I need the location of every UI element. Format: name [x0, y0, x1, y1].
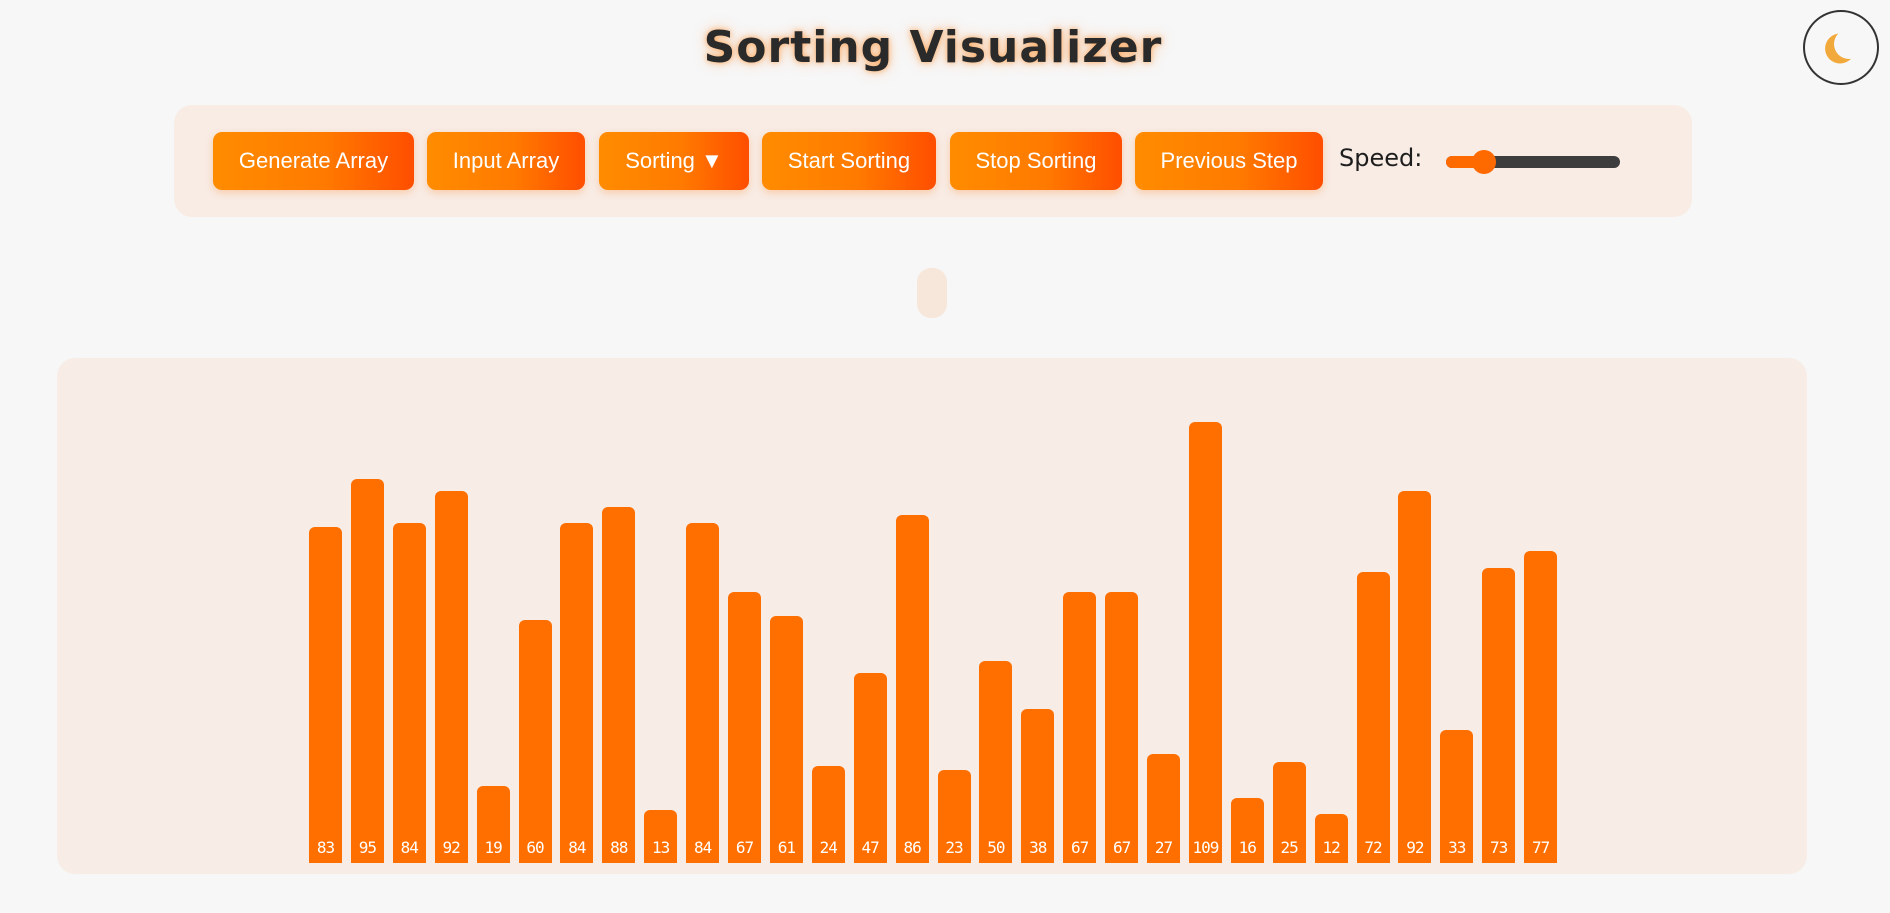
bar-chart: 83 95 84 92 19 60 84 88 13 84 67 61 24 47 86 23 50 38 67 67… — [57, 358, 1807, 874]
bar-20: 27 — [1147, 753, 1180, 863]
moon-icon — [1832, 26, 1867, 61]
bar-value-label: 67 — [735, 838, 754, 857]
bar-15: 23 — [937, 769, 971, 863]
bar-value-label: 72 — [1364, 838, 1382, 857]
bar-12: 24 — [811, 765, 845, 863]
bar-21: 109 — [1188, 422, 1222, 863]
bar-value-label: 33 — [1448, 838, 1466, 857]
bar-6: 84 — [560, 523, 594, 863]
bar-7: 88 — [602, 506, 636, 863]
bar-value-label: 92 — [442, 838, 461, 857]
bar-24: 12 — [1314, 814, 1348, 863]
previous-step-button[interactable]: Previous Step — [1135, 132, 1323, 190]
bar-25: 72 — [1356, 571, 1390, 863]
bar-value-label: 23 — [945, 838, 963, 857]
bar-9: 84 — [686, 523, 720, 863]
bar-22: 16 — [1230, 798, 1264, 863]
bar-value-label: 67 — [1112, 838, 1131, 857]
bar-value-label: 50 — [987, 838, 1005, 857]
status-indicator — [917, 268, 947, 318]
bar-value-label: 60 — [526, 838, 544, 857]
bar-1: 95 — [350, 478, 384, 863]
bar-27: 33 — [1440, 729, 1474, 863]
bar-value-label: 109 — [1192, 838, 1219, 857]
bar-18: 67 — [1063, 591, 1097, 863]
bar-29: 77 — [1524, 551, 1558, 863]
bar-value-label: 61 — [777, 838, 796, 857]
bar-14: 86 — [895, 515, 929, 863]
bar-value-label: 86 — [903, 838, 921, 857]
bar-value-label: 88 — [610, 838, 628, 857]
bar-value-label: 24 — [819, 838, 838, 857]
bar-16: 50 — [979, 660, 1013, 863]
bar-value-label: 47 — [861, 838, 880, 857]
sorting-dropdown-button[interactable]: Sorting ▼ — [599, 132, 749, 190]
input-array-button[interactable]: Input Array — [427, 132, 585, 190]
bar-value-label: 95 — [358, 838, 377, 857]
sorting-visualizer-page: Sorting Visualizer Generate Array Input … — [0, 0, 1890, 913]
bar-17: 38 — [1021, 709, 1055, 863]
bar-value-label: 92 — [1406, 838, 1424, 857]
speed-slider-thumb[interactable] — [1472, 150, 1497, 174]
bar-value-label: 84 — [568, 838, 586, 857]
bar-value-label: 27 — [1154, 838, 1173, 857]
bar-3: 92 — [434, 490, 468, 863]
bar-value-label: 16 — [1238, 838, 1257, 857]
bar-value-label: 19 — [484, 838, 502, 857]
bar-value-label: 84 — [693, 838, 712, 857]
start-sorting-button[interactable]: Start Sorting — [762, 132, 936, 190]
controls-panel: Generate Array Input Array Sorting ▼ Sta… — [174, 105, 1692, 217]
bar-11: 61 — [769, 616, 803, 863]
bar-8: 13 — [644, 810, 678, 863]
bar-value-label: 25 — [1280, 838, 1299, 857]
bar-13: 47 — [853, 672, 887, 863]
theme-toggle-button[interactable] — [1803, 10, 1879, 85]
chart-panel: 83 95 84 92 19 60 84 88 13 84 67 61 24 47 86 23 50 38 67 67… — [57, 358, 1807, 874]
bar-value-label: 12 — [1322, 838, 1340, 857]
bar-value-label: 73 — [1490, 838, 1508, 857]
bar-value-label: 67 — [1071, 838, 1089, 857]
bar-19: 67 — [1105, 591, 1139, 863]
bar-5: 60 — [518, 620, 552, 863]
page-title: Sorting Visualizer — [703, 22, 1163, 73]
generate-array-button[interactable]: Generate Array — [213, 132, 414, 190]
bar-23: 25 — [1272, 761, 1306, 863]
bar-value-label: 38 — [1029, 838, 1047, 857]
bar-28: 73 — [1482, 567, 1516, 863]
bar-10: 67 — [728, 591, 761, 863]
bar-value-label: 13 — [652, 838, 670, 857]
stop-sorting-button[interactable]: Stop Sorting — [950, 132, 1122, 190]
bar-value-label: 77 — [1531, 838, 1550, 857]
bar-26: 92 — [1398, 490, 1432, 863]
bar-value-label: 84 — [400, 838, 419, 857]
bar-0: 83 — [309, 527, 342, 863]
bar-2: 84 — [392, 523, 426, 863]
speed-label: Speed: — [1339, 144, 1423, 172]
bar-4: 19 — [476, 786, 510, 863]
speed-slider[interactable] — [1446, 150, 1620, 174]
bar-value-label: 83 — [316, 838, 335, 857]
